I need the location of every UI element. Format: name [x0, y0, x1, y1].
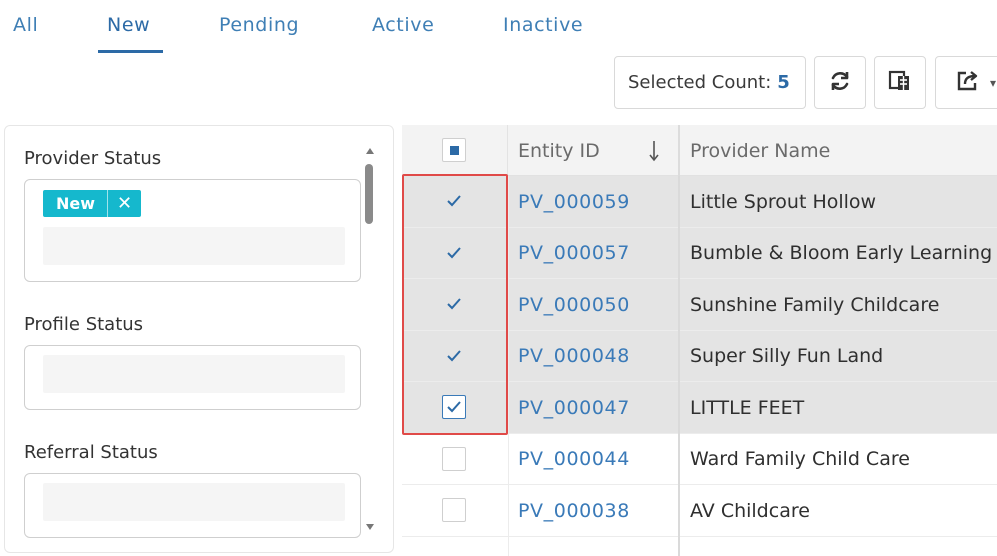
row-checkbox[interactable] [442, 344, 466, 368]
table-row[interactable]: PV_000059 Little Sprout Hollow [402, 176, 997, 228]
row-checkbox[interactable] [442, 292, 466, 316]
entity-id-link[interactable]: PV_000038 [518, 485, 630, 536]
export-icon [956, 69, 982, 97]
profile-status-input[interactable] [43, 355, 345, 393]
tab-active[interactable]: Active [372, 14, 434, 36]
row-checkbox[interactable] [442, 189, 466, 213]
column-separator[interactable] [678, 125, 680, 176]
providers-grid: Entity ID Provider Name PV_000059 Little … [402, 125, 997, 556]
tab-all[interactable]: All [13, 14, 38, 36]
row-checkbox[interactable] [442, 498, 466, 522]
select-all-checkbox[interactable] [442, 138, 466, 162]
status-chip-new: New ✕ [43, 190, 142, 217]
column-header-provider-name[interactable]: Provider Name [690, 125, 830, 176]
column-chooser-button[interactable] [874, 56, 926, 109]
chip-remove-icon[interactable]: ✕ [107, 190, 141, 217]
referral-status-label: Referral Status [24, 442, 158, 463]
table-row[interactable]: PV_000057 Bumble & Bloom Early Learning [402, 227, 997, 279]
chevron-down-icon: ▾ [990, 75, 997, 90]
provider-name-cell: Ward Family Child Care [690, 448, 910, 470]
provider-status-label: Provider Status [24, 148, 162, 169]
grid-header: Entity ID Provider Name [402, 125, 997, 176]
entity-id-link[interactable]: PV_000048 [518, 331, 630, 382]
column-header-entity-id[interactable]: Entity ID [518, 125, 600, 176]
sort-descending-icon[interactable] [648, 125, 660, 176]
provider-name-cell: AV Childcare [690, 499, 810, 522]
row-checkbox[interactable] [442, 446, 466, 471]
entity-id-link[interactable]: PV_000059 [518, 176, 630, 227]
filter-panel: Provider Status New ✕ Profile Status Ref… [4, 125, 394, 553]
tab-pending[interactable]: Pending [219, 14, 299, 36]
referral-status-input[interactable] [43, 483, 345, 521]
profile-status-label: Profile Status [24, 314, 144, 335]
table-row[interactable]: PV_000050 Sunshine Family Childcare [402, 279, 997, 331]
column-divider [508, 176, 509, 556]
indeterminate-mark [450, 146, 459, 155]
table-row[interactable]: PV_000038 AV Childcare [402, 485, 997, 537]
refresh-icon [828, 69, 852, 97]
refresh-button[interactable] [814, 56, 866, 109]
profile-status-filter[interactable] [24, 345, 361, 410]
table-row[interactable]: PV_000048 Super Silly Fun Land [402, 330, 997, 382]
referral-status-filter[interactable] [24, 473, 361, 538]
entity-id-link[interactable]: PV_000044 [518, 434, 630, 485]
filter-scrollbar[interactable] [361, 126, 381, 552]
provider-name-cell: Sunshine Family Childcare [690, 293, 940, 316]
entity-id-link[interactable]: PV_000057 [518, 228, 630, 279]
row-checkbox[interactable] [442, 241, 466, 265]
status-tabs: All New Pending Active Inactive [0, 0, 997, 56]
tab-new[interactable]: New [107, 14, 150, 36]
row-checkbox[interactable] [442, 395, 466, 419]
provider-status-filter[interactable]: New ✕ [24, 179, 361, 282]
provider-name-cell: Super Silly Fun Land [690, 345, 884, 367]
provider-name-cell: LITTLE FEET [690, 396, 805, 419]
table-row[interactable]: PV_000044 Ward Family Child Care [402, 434, 997, 485]
scroll-down-icon[interactable] [366, 524, 374, 530]
table-row[interactable]: PV_000047 LITTLE FEET [402, 382, 997, 434]
active-tab-indicator [98, 50, 163, 53]
scroll-thumb[interactable] [365, 164, 373, 224]
tab-inactive[interactable]: Inactive [503, 14, 583, 36]
provider-status-input[interactable] [43, 227, 345, 265]
export-button[interactable]: ▾ [935, 56, 997, 109]
selected-count-value: 5 [777, 72, 790, 93]
column-separator [507, 125, 508, 176]
selected-count-label: Selected Count: [628, 72, 772, 93]
provider-name-cell: Little Sprout Hollow [690, 190, 877, 213]
column-chooser-icon [887, 69, 913, 97]
entity-id-link[interactable]: PV_000050 [518, 279, 630, 330]
provider-name-cell: Bumble & Bloom Early Learning [690, 242, 993, 264]
entity-id-link[interactable]: PV_000047 [518, 382, 630, 433]
selected-count-box: Selected Count: 5 [614, 56, 806, 109]
scroll-up-icon[interactable] [366, 148, 374, 154]
chip-label: New [56, 194, 96, 213]
column-divider [678, 176, 680, 556]
